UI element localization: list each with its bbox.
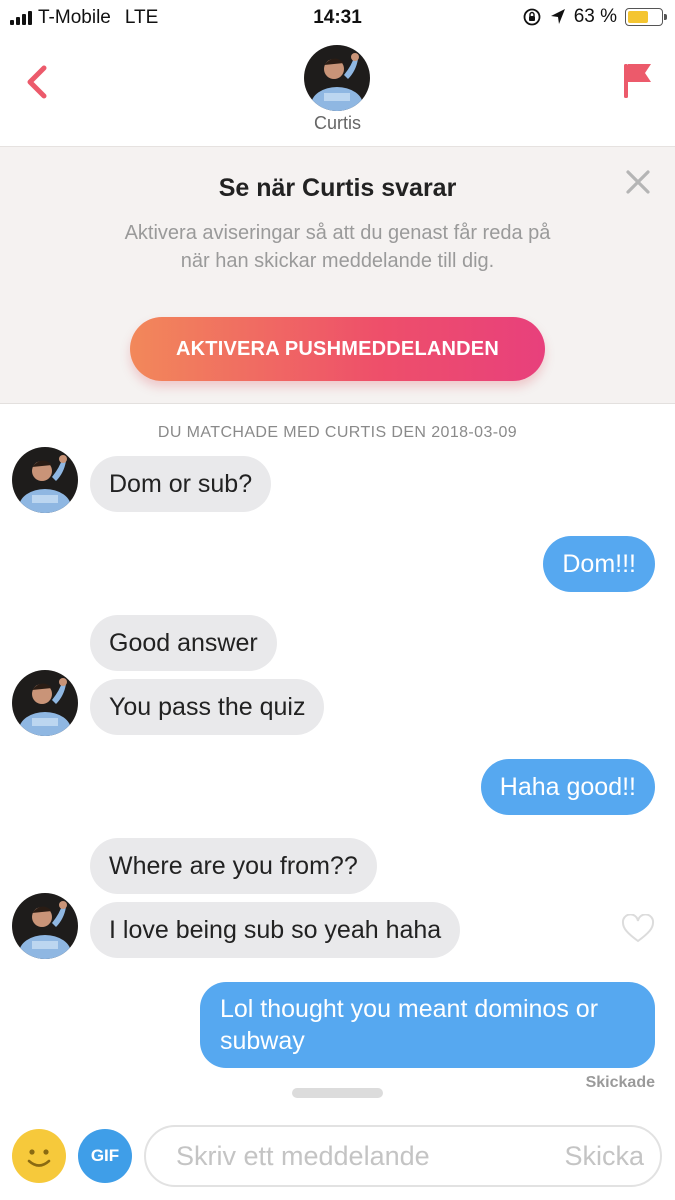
chat-header: Curtis xyxy=(0,36,675,146)
battery-icon xyxy=(625,8,667,26)
heart-outline-icon xyxy=(621,913,655,943)
send-button[interactable]: Skicka xyxy=(564,1141,644,1172)
smiley-icon xyxy=(27,1149,51,1167)
contact-name: Curtis xyxy=(313,113,361,133)
rotation-lock-icon xyxy=(523,8,541,26)
like-button[interactable] xyxy=(621,913,655,944)
scroll-indicator[interactable] xyxy=(292,1088,383,1098)
match-note: DU MATCHADE MED CURTIS DEN 2018-03-09 xyxy=(157,424,518,441)
back-button[interactable] xyxy=(20,58,56,104)
message-bubble-outgoing[interactable]: Haha good!! xyxy=(480,759,655,815)
message-input[interactable] xyxy=(176,1137,536,1175)
flag-icon xyxy=(624,64,651,98)
message-bubble-outgoing[interactable]: Dom!!! xyxy=(543,536,655,592)
location-arrow-icon xyxy=(550,9,565,24)
message-avatar[interactable] xyxy=(12,670,78,736)
chevron-left-icon xyxy=(27,65,47,99)
message-bubble-outgoing[interactable]: Lol thought you meant dominos or subway xyxy=(200,982,655,1068)
contact-avatar[interactable] xyxy=(304,45,370,111)
status-bar: T-Mobile LTE 14:31 63 % xyxy=(0,0,675,36)
message-avatar[interactable] xyxy=(12,893,78,959)
banner-title: Se när Curtis svarar xyxy=(218,174,457,202)
battery-fill xyxy=(628,11,649,23)
enable-push-button[interactable]: AKTIVERA PUSHMEDDELANDEN xyxy=(130,317,545,381)
message-bubble-incoming[interactable]: Where are you from?? xyxy=(90,838,377,894)
message-compose-box[interactable]: Skicka xyxy=(144,1125,662,1187)
gif-button[interactable]: GIF xyxy=(78,1129,132,1183)
banner-text: Aktivera aviseringar så att du genast få… xyxy=(124,222,551,272)
report-button[interactable] xyxy=(619,58,655,104)
message-bubble-incoming[interactable]: You pass the quiz xyxy=(90,679,325,735)
status-right: 63 % xyxy=(522,6,667,28)
emoji-button[interactable] xyxy=(12,1129,66,1183)
message-bubble-incoming[interactable]: I love being sub so yeah haha xyxy=(90,902,461,958)
message-avatar[interactable] xyxy=(12,447,78,513)
message-bubble-incoming[interactable]: Good answer xyxy=(90,615,277,671)
battery-percent: 63 % xyxy=(573,6,617,27)
notification-banner: Se när Curtis svarar Aktivera aviseringa… xyxy=(0,146,675,404)
message-bubble-incoming[interactable]: Dom or sub? xyxy=(90,456,272,512)
sent-status: Skickade xyxy=(585,1074,655,1091)
